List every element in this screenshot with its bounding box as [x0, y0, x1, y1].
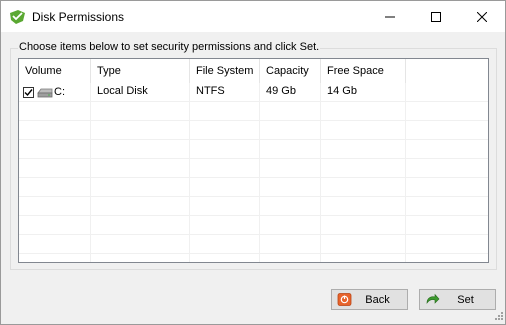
set-button[interactable]: Set — [419, 289, 496, 310]
type-cell: Local Disk — [91, 83, 190, 102]
minimize-button[interactable] — [367, 1, 413, 32]
column-header-volume[interactable]: Volume — [19, 59, 91, 83]
column-header-filler — [406, 59, 488, 83]
disk-permissions-window: Disk Permissions Choose items below to s… — [0, 0, 506, 325]
capacity-cell: 49 Gb — [260, 83, 321, 102]
set-button-label: Set — [457, 293, 474, 306]
column-header-type[interactable]: Type — [91, 59, 190, 83]
column-header-capacity[interactable]: Capacity — [260, 59, 321, 83]
column-header-file-system[interactable]: File System — [190, 59, 260, 83]
empty-row — [19, 235, 488, 254]
column-header-free-space[interactable]: Free Space — [321, 59, 406, 83]
maximize-button[interactable] — [413, 1, 459, 32]
row-checkbox[interactable] — [23, 87, 34, 98]
empty-row — [19, 121, 488, 140]
list-rows: C: Local Disk NTFS 49 Gb 14 Gb — [19, 83, 488, 262]
empty-row — [19, 140, 488, 159]
filler-cell — [406, 83, 488, 102]
set-arrow-icon — [426, 293, 440, 304]
maximize-icon — [431, 11, 441, 22]
empty-row — [19, 178, 488, 197]
file-system-cell: NTFS — [190, 83, 260, 102]
list-header: Volume Type File System Capacity Free Sp… — [19, 59, 488, 83]
free-space-cell: 14 Gb — [321, 83, 406, 102]
group-caption: Choose items below to set security permi… — [18, 41, 321, 54]
empty-row — [19, 197, 488, 216]
volume-list[interactable]: Volume Type File System Capacity Free Sp… — [18, 58, 489, 263]
checkmark-icon — [24, 89, 33, 97]
empty-row — [19, 159, 488, 178]
resize-grip-icon[interactable] — [493, 312, 503, 322]
empty-row — [19, 254, 488, 262]
title-bar[interactable]: Disk Permissions — [1, 1, 505, 32]
table-row[interactable]: C: Local Disk NTFS 49 Gb 14 Gb — [19, 83, 488, 102]
volume-name: C: — [54, 86, 65, 98]
close-icon — [477, 11, 487, 22]
drive-icon — [37, 88, 53, 97]
back-button[interactable]: Back — [331, 289, 408, 310]
empty-row — [19, 216, 488, 235]
window-title: Disk Permissions — [32, 10, 125, 24]
green-shield-icon — [10, 10, 25, 24]
back-icon — [337, 293, 352, 306]
back-button-label: Back — [365, 293, 390, 306]
empty-row — [19, 102, 488, 121]
volume-cell: C: — [19, 83, 91, 102]
close-button[interactable] — [459, 1, 505, 32]
minimize-icon — [385, 16, 395, 17]
